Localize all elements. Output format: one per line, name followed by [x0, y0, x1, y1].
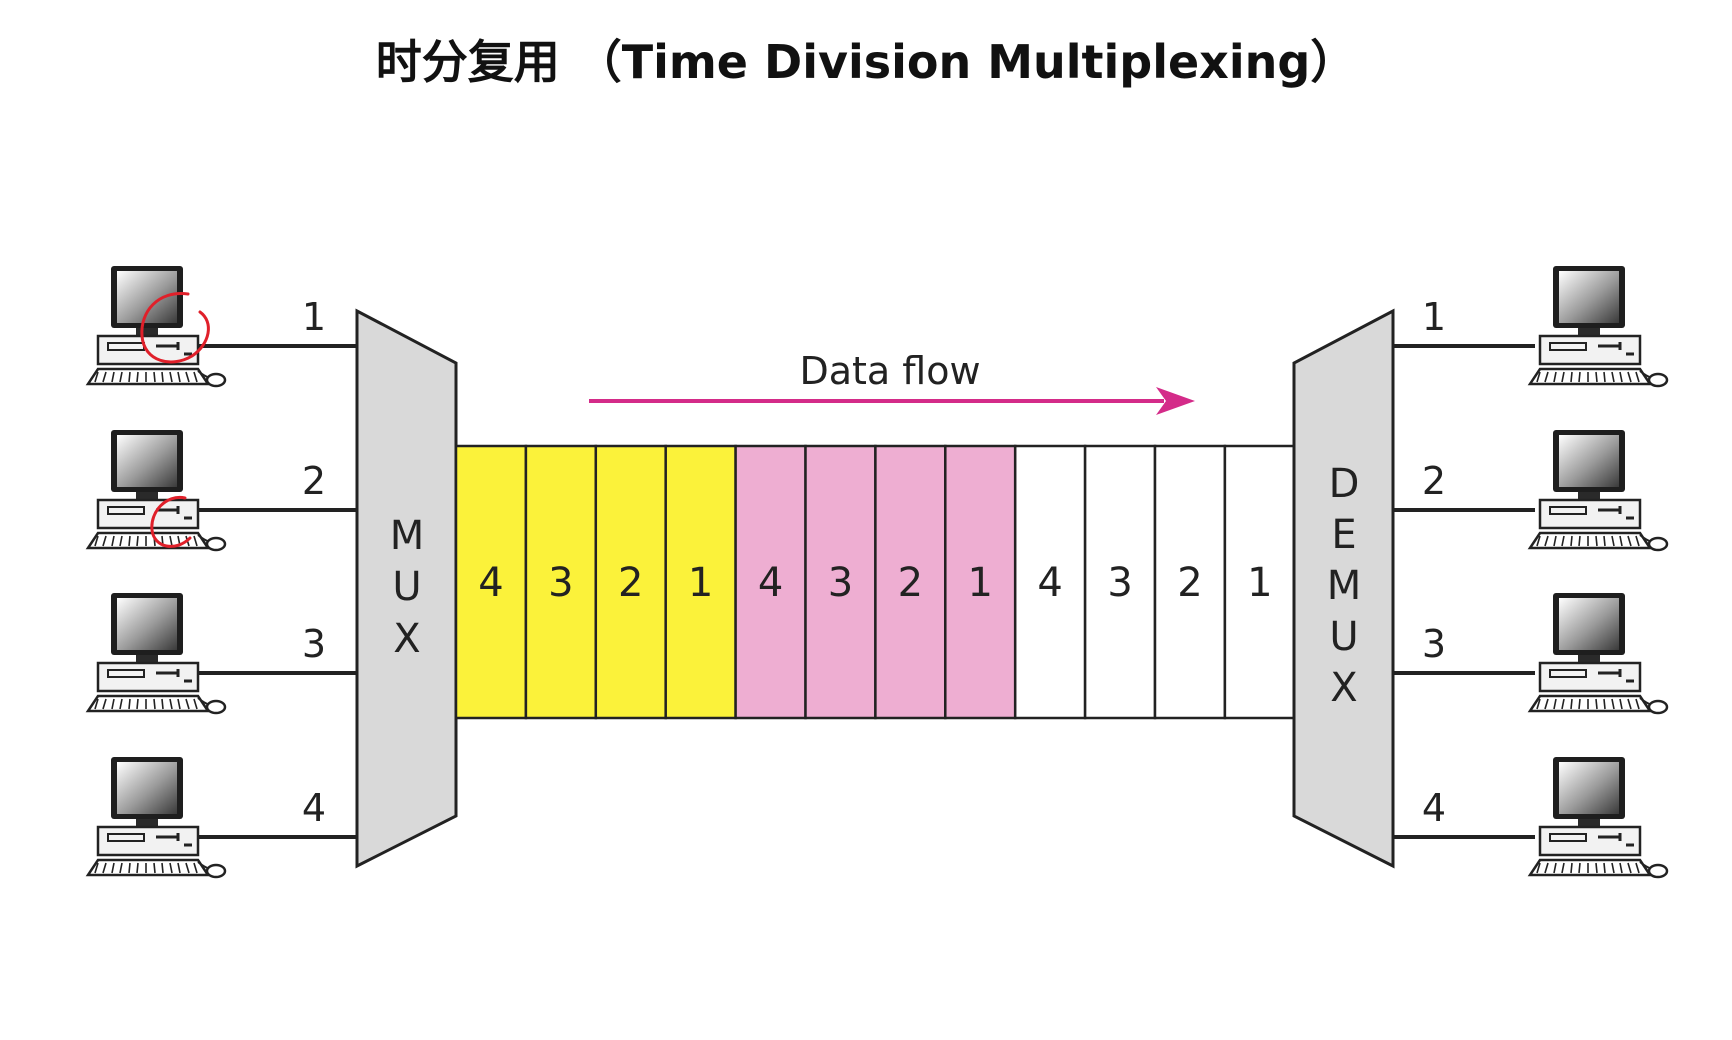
- left-stations: 1 2 3 4: [86, 264, 357, 879]
- data-flow-arrow: Data flow: [589, 349, 1195, 415]
- tdm-diagram: 1 2 3 4 M U X Data flow 4 3 2 1 4 3 2 1 …: [86, 264, 1669, 879]
- demux-letter: E: [1331, 512, 1356, 558]
- time-slot-label: 4: [478, 560, 503, 606]
- desktop-computer-icon: [86, 591, 227, 715]
- time-slot-label: 2: [898, 560, 923, 606]
- demux-letter: M: [1327, 563, 1362, 609]
- time-slot-label: 4: [1037, 560, 1062, 606]
- time-slot-label: 3: [548, 560, 573, 606]
- station-right-1: 1: [1393, 264, 1669, 388]
- station-left-3: 3: [86, 591, 357, 715]
- station-right-2: 2: [1393, 428, 1669, 552]
- demux-letter: U: [1329, 614, 1358, 660]
- output-line-label: 2: [1422, 459, 1446, 503]
- input-line-label: 3: [302, 622, 326, 666]
- station-left-1: 1: [86, 264, 357, 388]
- time-slot-label: 4: [758, 560, 783, 606]
- desktop-computer-icon: [86, 264, 227, 388]
- time-slot-label: 3: [1107, 560, 1132, 606]
- desktop-computer-icon: [86, 755, 227, 879]
- output-line-label: 4: [1422, 786, 1446, 830]
- station-left-4: 4: [86, 755, 357, 879]
- input-line-label: 4: [302, 786, 326, 830]
- mux-letter: X: [393, 616, 420, 662]
- desktop-computer-icon: [1528, 264, 1669, 388]
- output-line-label: 3: [1422, 622, 1446, 666]
- mux-block: M U X: [355, 308, 458, 869]
- desktop-computer-icon: [1528, 755, 1669, 879]
- demux-block: D E M U X: [1292, 308, 1395, 869]
- desktop-computer-icon: [1528, 591, 1669, 715]
- time-slot-label: 1: [1247, 560, 1272, 606]
- time-slot-label: 2: [1177, 560, 1202, 606]
- mux-letter: M: [390, 513, 425, 559]
- demux-letter: D: [1329, 461, 1360, 507]
- data-flow-label: Data flow: [799, 349, 980, 393]
- station-left-2: 2: [86, 428, 357, 552]
- input-line-label: 2: [302, 459, 326, 503]
- tdm-frames: 432143214321: [454, 444, 1297, 720]
- mux-letter: U: [392, 564, 421, 610]
- time-slot-label: 1: [688, 560, 713, 606]
- time-slot-label: 1: [968, 560, 993, 606]
- desktop-computer-icon: [86, 428, 227, 552]
- time-slot-label: 2: [618, 560, 643, 606]
- input-line-label: 1: [302, 295, 326, 339]
- time-slot-label: 3: [828, 560, 853, 606]
- right-stations: 1 2 3 4: [1393, 264, 1669, 879]
- station-right-4: 4: [1393, 755, 1669, 879]
- desktop-computer-icon: [1528, 428, 1669, 552]
- output-line-label: 1: [1422, 295, 1446, 339]
- station-right-3: 3: [1393, 591, 1669, 715]
- demux-letter: X: [1330, 665, 1357, 711]
